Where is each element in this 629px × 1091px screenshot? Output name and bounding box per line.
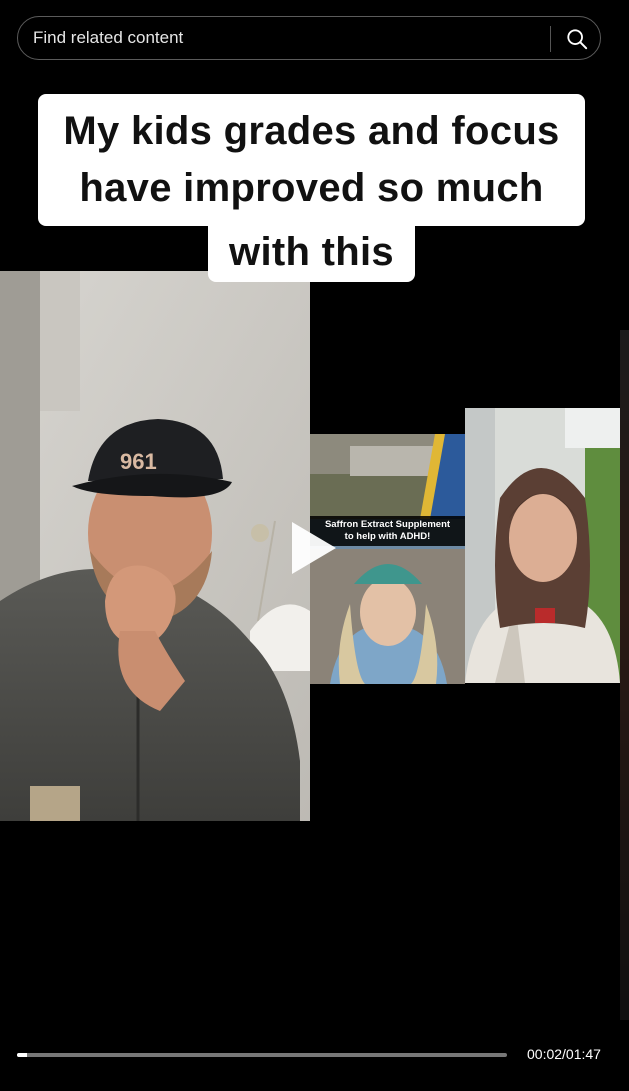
play-icon xyxy=(292,522,336,574)
search-icon xyxy=(567,29,588,50)
caption-line-2: have improved so much xyxy=(79,166,544,210)
video-caption-top: My kids grades and focus have improved s… xyxy=(38,94,585,226)
progress-bar[interactable] xyxy=(17,1053,507,1057)
search-divider xyxy=(550,26,551,52)
caption-line-1: My kids grades and focus xyxy=(63,109,560,153)
video-frame-right xyxy=(465,408,620,683)
caption-line-3: with this xyxy=(229,230,394,274)
video-frame-left: 961 xyxy=(0,271,310,821)
video-caption-bottom: with this xyxy=(208,222,415,282)
play-button[interactable] xyxy=(288,520,338,576)
video-player[interactable]: 961 Saffron Extract Supplement to help w… xyxy=(0,72,629,1032)
search-bar xyxy=(17,16,601,60)
search-input[interactable] xyxy=(33,17,553,59)
time-display: 00:02/01:47 xyxy=(527,1046,601,1062)
progress-fill xyxy=(17,1053,27,1057)
cap-logo-text: 961 xyxy=(120,449,157,474)
adjacent-video-edge xyxy=(620,330,629,1020)
search-button[interactable] xyxy=(558,20,596,58)
